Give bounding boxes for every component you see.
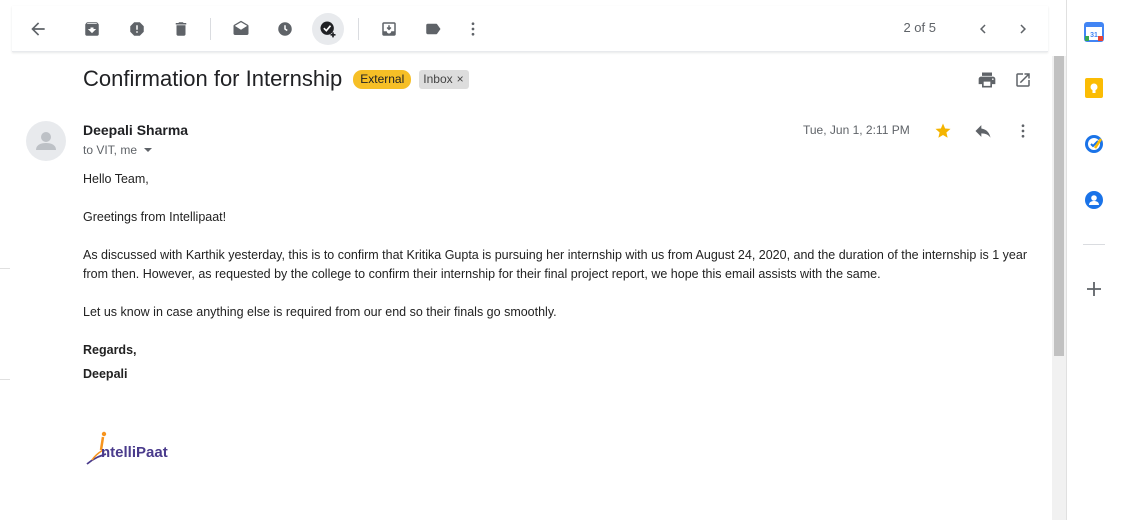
remove-label-icon[interactable]: ×	[457, 72, 464, 86]
report-spam-icon[interactable]	[121, 13, 153, 45]
avatar[interactable]	[26, 121, 66, 161]
more-vert-icon[interactable]	[457, 13, 489, 45]
greeting-line: Hello Team,	[83, 172, 149, 186]
print-icon[interactable]	[975, 68, 999, 92]
mark-unread-icon[interactable]	[225, 13, 257, 45]
labels-icon[interactable]	[417, 13, 449, 45]
caret-down-icon[interactable]	[143, 145, 153, 155]
email-subject: Confirmation for Internship	[83, 66, 343, 91]
recipients-text: to VIT, me	[83, 143, 138, 157]
body-paragraph: As discussed with Karthik yesterday, thi…	[83, 248, 1028, 281]
add-to-tasks-icon[interactable]	[312, 13, 344, 45]
email-date: Tue, Jun 1, 2:11 PM	[803, 123, 910, 137]
delete-icon[interactable]	[165, 13, 197, 45]
signature-name: Deepali	[83, 367, 128, 381]
toolbar-divider	[358, 18, 359, 40]
toolbar-divider	[210, 18, 211, 40]
star-icon[interactable]	[932, 120, 954, 142]
contacts-icon[interactable]	[1082, 188, 1106, 212]
edge-mark	[0, 268, 10, 269]
side-panel-divider	[1083, 244, 1105, 245]
email-body: Hello Team, Greetings from Intellipaat! …	[83, 170, 1033, 403]
move-to-icon[interactable]	[373, 13, 405, 45]
external-label: External	[353, 69, 412, 89]
mail-view: 2 of 5 Confirmation for Internship Exter…	[0, 0, 1066, 520]
chevron-left-icon[interactable]	[967, 13, 999, 45]
sender-name[interactable]: Deepali Sharma	[83, 122, 188, 138]
keep-icon[interactable]	[1082, 76, 1106, 100]
snooze-icon[interactable]	[269, 13, 301, 45]
action-toolbar: 2 of 5	[12, 6, 1048, 52]
logo-text: ntelliPaat	[101, 444, 168, 461]
back-arrow-icon[interactable]	[22, 13, 54, 45]
chevron-right-icon[interactable]	[1007, 13, 1039, 45]
intellipaat-logo: ntelliPaat	[86, 430, 181, 471]
inbox-label[interactable]: Inbox ×	[419, 69, 469, 89]
calendar-icon[interactable]: 31	[1082, 20, 1106, 44]
edge-mark	[0, 379, 10, 380]
message-more-vert-icon[interactable]	[1011, 119, 1035, 143]
add-addon-icon[interactable]	[1082, 277, 1106, 301]
open-in-new-window-icon[interactable]	[1011, 68, 1035, 92]
reply-icon[interactable]	[971, 119, 995, 143]
regards-line: Regards,	[83, 343, 137, 357]
body-line: Greetings from Intellipaat!	[83, 210, 227, 224]
recipients-toggle[interactable]: to VIT, me	[83, 143, 153, 157]
inbox-label-text: Inbox	[423, 72, 453, 86]
tasks-icon[interactable]	[1082, 132, 1106, 156]
pagination-count: 2 of 5	[903, 20, 936, 35]
subject-row: Confirmation for Internship External Inb…	[83, 64, 469, 94]
scrollbar-thumb[interactable]	[1054, 56, 1064, 356]
calendar-day: 31	[1090, 32, 1098, 39]
body-line: Let us know in case anything else is req…	[83, 305, 557, 319]
archive-icon[interactable]	[76, 13, 108, 45]
